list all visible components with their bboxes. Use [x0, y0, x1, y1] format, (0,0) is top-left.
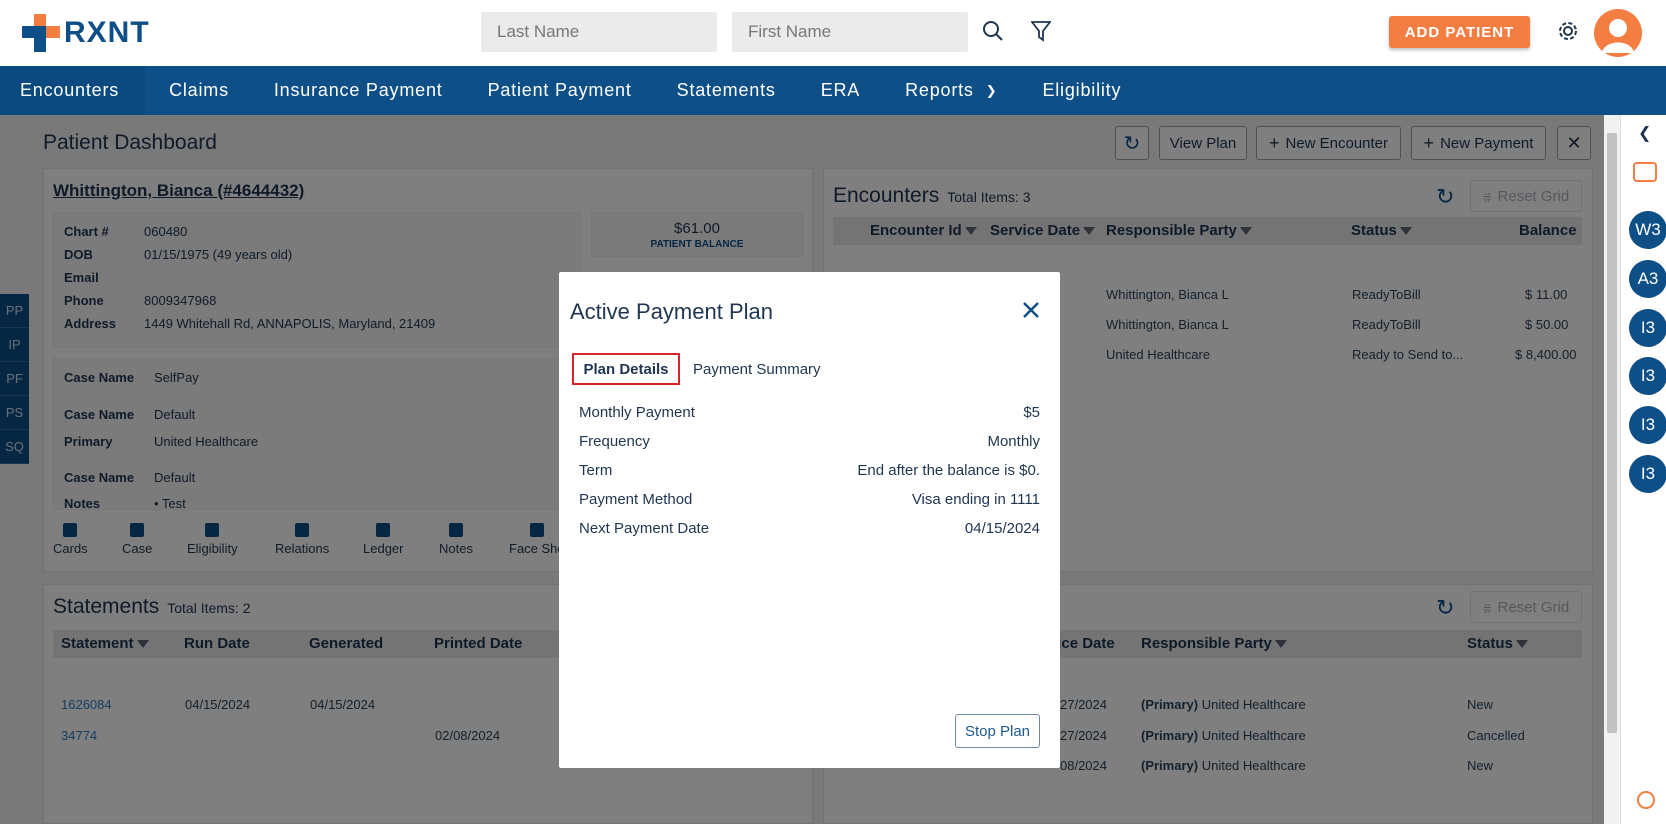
detail-key: Payment Method [579, 491, 693, 508]
top-bar: RXNT ADD PATIENT [0, 0, 1666, 66]
detail-key: Monthly Payment [579, 404, 695, 421]
last-name-input[interactable] [481, 12, 717, 52]
scroll-thumb[interactable] [1607, 133, 1617, 733]
rxnt-logo[interactable]: RXNT [22, 14, 150, 52]
rail-user-i3[interactable]: I3 [1629, 357, 1666, 395]
detail-row: Monthly Payment $5 [579, 404, 1040, 421]
detail-value: 04/15/2024 [964, 520, 1040, 537]
detail-value: End after the balance is $0. [857, 462, 1040, 479]
close-icon[interactable] [1021, 300, 1041, 320]
scrollbar[interactable] [1604, 115, 1620, 824]
brand-name: RXNT [64, 16, 150, 49]
nav-era[interactable]: ERA [797, 66, 881, 115]
nav-insurance-payment[interactable]: Insurance Payment [250, 66, 464, 115]
rail-user-i3[interactable]: I3 [1629, 406, 1666, 444]
main-nav: Encounters Claims Insurance Payment Pati… [0, 66, 1666, 115]
stop-plan-button[interactable]: Stop Plan [955, 714, 1040, 748]
nav-encounters[interactable]: Encounters [0, 66, 146, 115]
detail-row: Term End after the balance is $0. [579, 462, 1040, 479]
rail-user-a3[interactable]: A3 [1629, 260, 1666, 298]
detail-row: Frequency Monthly [579, 433, 1040, 450]
detail-value: Visa ending in 1111 [911, 491, 1040, 508]
rail-user-w3[interactable]: W3 [1629, 211, 1666, 249]
nav-eligibility[interactable]: Eligibility [1018, 66, 1142, 115]
active-payment-plan-modal: Active Payment Plan Plan Details Payment… [559, 272, 1060, 768]
rxnt-cross-icon [22, 14, 60, 52]
detail-value: $5 [1023, 404, 1040, 421]
chat-icon[interactable] [1633, 162, 1657, 182]
chevron-down-icon: ❯ [985, 82, 998, 98]
tab-payment-summary[interactable]: Payment Summary [693, 361, 821, 378]
nav-reports[interactable]: Reports ❯ [881, 66, 1018, 115]
modal-title: Active Payment Plan [570, 299, 773, 324]
rail-user-i3[interactable]: I3 [1629, 455, 1666, 493]
check-circle-icon[interactable] [1637, 791, 1655, 809]
user-avatar[interactable] [1594, 9, 1642, 57]
gear-icon[interactable] [1555, 18, 1581, 44]
search-icon[interactable] [980, 18, 1006, 44]
detail-value: Monthly [987, 433, 1040, 450]
detail-row: Next Payment Date 04/15/2024 [579, 520, 1040, 537]
right-rail: ❮ W3 A3 I3 I3 I3 I3 [1620, 115, 1666, 824]
first-name-input[interactable] [732, 12, 968, 52]
nav-claims[interactable]: Claims [145, 66, 250, 115]
tab-plan-details[interactable]: Plan Details [572, 353, 680, 385]
detail-row: Payment Method Visa ending in 1111 [579, 491, 1040, 508]
nav-reports-label: Reports [905, 80, 974, 100]
detail-key: Frequency [579, 433, 650, 450]
detail-key: Next Payment Date [579, 520, 710, 537]
add-patient-button[interactable]: ADD PATIENT [1389, 16, 1530, 48]
filter-icon[interactable] [1028, 18, 1054, 44]
rail-user-i3[interactable]: I3 [1629, 309, 1666, 347]
nav-patient-payment[interactable]: Patient Payment [464, 66, 653, 115]
chevron-left-icon[interactable]: ❮ [1638, 123, 1651, 143]
nav-statements[interactable]: Statements [653, 66, 797, 115]
detail-key: Term [579, 462, 613, 479]
